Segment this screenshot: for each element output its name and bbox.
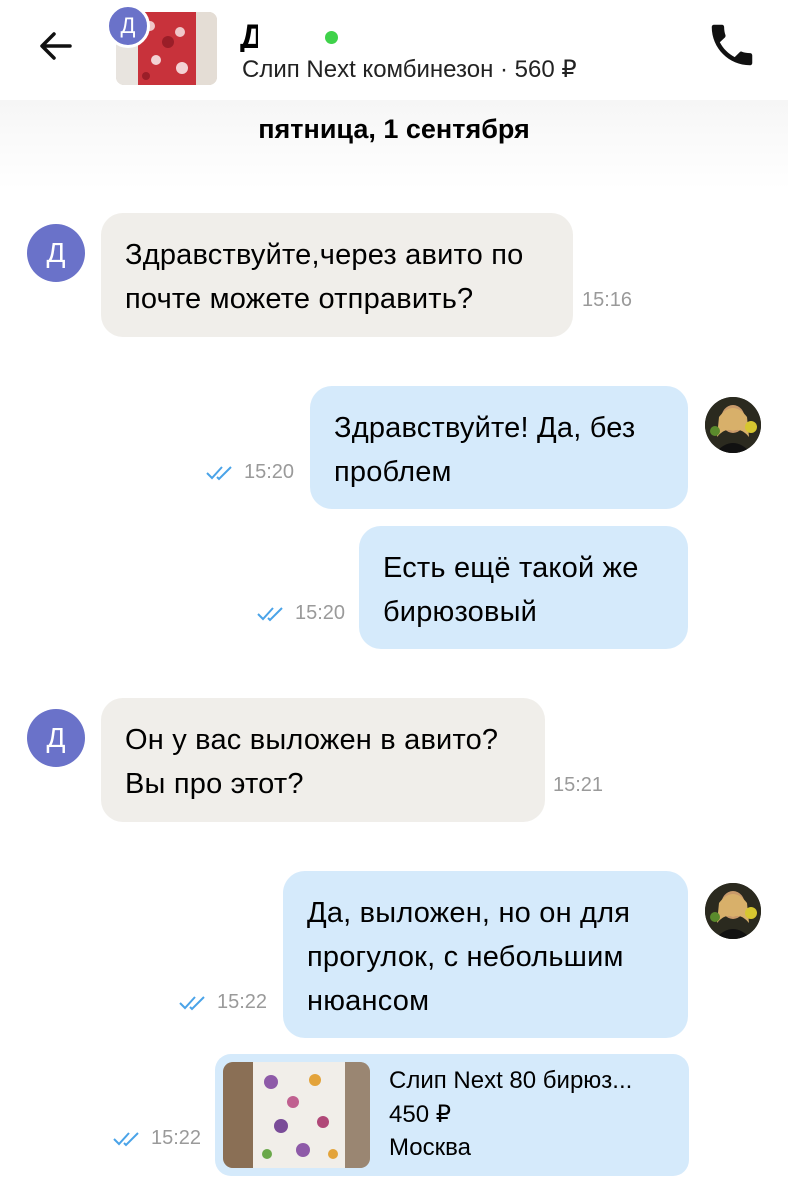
message-line: Да, выложен, но он для xyxy=(307,897,631,929)
message-time: 15:21 xyxy=(553,774,604,796)
date-separator: пятница, 1 сентября xyxy=(258,114,530,144)
my-avatar[interactable] xyxy=(705,883,761,939)
message-line: Здравствуйте,через авито по xyxy=(125,239,524,271)
product-price: 450 ₽ xyxy=(389,1101,451,1128)
name-redaction xyxy=(258,14,322,54)
message-time: 15:22 xyxy=(151,1127,202,1149)
message-line: Он у вас выложен в авито? xyxy=(125,724,499,756)
message-bubble-outgoing[interactable]: Здравствуйте! Да, без проблем xyxy=(310,386,688,509)
back-arrow-icon[interactable] xyxy=(34,24,78,68)
message-time: 15:20 xyxy=(244,461,295,483)
message-line: почте можете отправить? xyxy=(125,283,474,315)
message-line: нюансом xyxy=(307,985,430,1017)
message-time: 15:16 xyxy=(582,289,633,311)
sender-avatar[interactable]: Д xyxy=(27,709,85,767)
online-status-indicator xyxy=(325,31,338,44)
message-line: прогулок, с небольшим xyxy=(307,941,624,973)
seller-avatar[interactable]: Д xyxy=(106,4,150,48)
product-title: Слип Next 80 бирюз... xyxy=(389,1067,633,1094)
message-line: Здравствуйте! Да, без xyxy=(334,412,636,444)
message-line: Вы про этот? xyxy=(125,768,304,800)
my-avatar[interactable] xyxy=(705,397,761,453)
message-bubble-outgoing[interactable]: Да, выложен, но он для прогулок, с небол… xyxy=(283,871,688,1038)
product-image xyxy=(223,1062,370,1168)
phone-call-icon[interactable] xyxy=(705,18,759,72)
chat-header: Д Д Слип Next комбинезон · 560 ₽ xyxy=(0,0,788,102)
message-line: проблем xyxy=(334,456,452,488)
read-receipt-icon xyxy=(113,1132,139,1147)
sender-avatar[interactable]: Д xyxy=(27,224,85,282)
message-time: 15:22 xyxy=(217,991,268,1013)
product-card[interactable]: Слип Next 80 бирюз... 450 ₽ Москва xyxy=(215,1054,689,1176)
message-line: бирюзовый xyxy=(383,596,538,628)
product-city: Москва xyxy=(389,1134,471,1161)
read-receipt-icon xyxy=(179,996,205,1011)
read-receipt-icon xyxy=(257,607,283,622)
message-time: 15:20 xyxy=(295,602,346,624)
message-bubble-outgoing[interactable]: Есть ещё такой же бирюзовый xyxy=(359,526,688,649)
message-bubble-incoming[interactable]: Здравствуйте,через авито по почте можете… xyxy=(101,213,573,337)
read-receipt-icon xyxy=(206,466,232,481)
message-line: Есть ещё такой же xyxy=(383,552,639,584)
listing-subtitle[interactable]: Слип Next комбинезон · 560 ₽ xyxy=(242,55,577,84)
message-bubble-incoming[interactable]: Он у вас выложен в авито? Вы про этот? xyxy=(101,698,545,822)
